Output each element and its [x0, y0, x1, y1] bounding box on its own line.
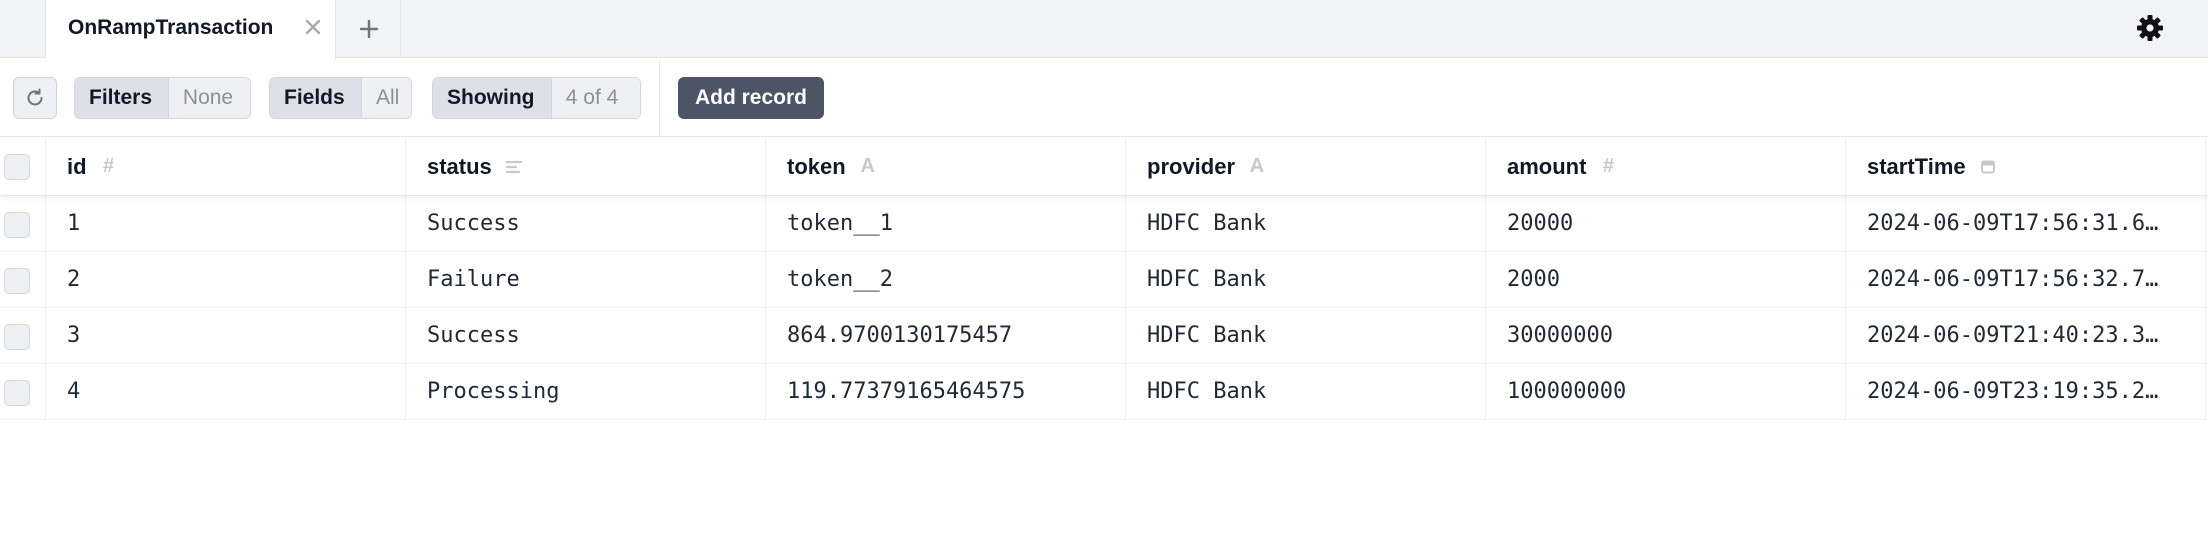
cell-amount[interactable]: 2000: [1486, 252, 1846, 307]
cell-status[interactable]: Processing: [406, 364, 766, 419]
column-header-id[interactable]: id #: [46, 138, 406, 195]
cell-amount[interactable]: 100000000: [1486, 364, 1846, 419]
cell-id[interactable]: 2: [46, 252, 406, 307]
filters-button[interactable]: Filters None: [74, 77, 251, 119]
cell-starttime[interactable]: 2024-06-09T23:19:35.2…: [1846, 364, 2206, 419]
row-select-cell: [0, 252, 46, 307]
cell-provider[interactable]: HDFC Bank: [1126, 196, 1486, 251]
gear-icon: [2137, 15, 2163, 41]
cell-starttime[interactable]: 2024-06-09T21:40:23.3…: [1846, 308, 2206, 363]
table-row[interactable]: 1 Success token__1 HDFC Bank 20000 2024-…: [0, 196, 2208, 252]
column-header-token[interactable]: token A: [766, 138, 1126, 195]
tab-bar: OnRampTransaction: [0, 0, 2208, 59]
settings-button[interactable]: [2134, 12, 2166, 44]
column-header-label: provider: [1147, 153, 1236, 179]
cell-provider[interactable]: HDFC Bank: [1126, 252, 1486, 307]
add-record-button[interactable]: Add record: [678, 77, 824, 119]
cell-id[interactable]: 3: [46, 308, 406, 363]
enum-list-icon: [504, 157, 524, 177]
close-icon[interactable]: [300, 14, 326, 40]
tab-label: OnRampTransaction: [68, 16, 274, 39]
cell-status[interactable]: Failure: [406, 252, 766, 307]
cell-starttime[interactable]: 2024-06-09T17:56:32.7…: [1846, 252, 2206, 307]
toolbar: Filters None Fields All Showing 4 of 4 A…: [0, 59, 2208, 137]
cell-token[interactable]: token__1: [766, 196, 1126, 251]
cell-provider[interactable]: HDFC Bank: [1126, 364, 1486, 419]
plus-icon: [359, 19, 379, 39]
row-select-cell: [0, 196, 46, 251]
column-header-label: token: [787, 153, 846, 179]
cell-id[interactable]: 4: [46, 364, 406, 419]
cell-token[interactable]: 119.77379165464575: [766, 364, 1126, 419]
calendar-icon: [1978, 157, 1998, 177]
row-checkbox[interactable]: [4, 268, 30, 294]
row-select-cell: [0, 364, 46, 419]
column-header-label: startTime: [1867, 153, 1966, 179]
hash-icon: #: [103, 155, 115, 177]
refresh-button[interactable]: [13, 77, 57, 119]
cell-token[interactable]: 864.9700130175457: [766, 308, 1126, 363]
cell-provider[interactable]: HDFC Bank: [1126, 308, 1486, 363]
cell-starttime[interactable]: 2024-06-09T17:56:31.6…: [1846, 196, 2206, 251]
row-checkbox[interactable]: [4, 324, 30, 350]
column-header-label: id: [67, 153, 87, 179]
text-a-icon: A: [860, 155, 875, 177]
column-header-starttime[interactable]: startTime: [1846, 138, 2206, 195]
showing-label: Showing: [433, 78, 551, 118]
fields-label: Fields: [270, 78, 361, 118]
showing-value: 4 of 4: [550, 78, 640, 118]
fields-button[interactable]: Fields All: [269, 77, 412, 119]
refresh-icon: [27, 88, 43, 106]
table-header-row: id # status token A provider A amount # …: [0, 138, 2208, 196]
add-tab-button[interactable]: [351, 11, 387, 47]
filters-label: Filters: [75, 78, 168, 118]
column-header-provider[interactable]: provider A: [1126, 138, 1486, 195]
column-header-amount[interactable]: amount #: [1486, 138, 1846, 195]
cell-token[interactable]: token__2: [766, 252, 1126, 307]
fields-value: All: [361, 78, 411, 118]
tab-divider: [400, 0, 401, 58]
row-checkbox[interactable]: [4, 380, 30, 406]
toolbar-divider: [659, 59, 660, 137]
row-checkbox[interactable]: [4, 212, 30, 238]
table-row[interactable]: 3 Success 864.9700130175457 HDFC Bank 30…: [0, 308, 2208, 364]
row-select-cell: [0, 308, 46, 363]
hash-icon: #: [1602, 155, 1615, 177]
tab-bar-spacer: [0, 0, 46, 58]
column-header-status[interactable]: status: [406, 138, 766, 195]
showing-button[interactable]: Showing 4 of 4: [432, 77, 641, 119]
tab-onramptransaction[interactable]: OnRampTransaction: [46, 0, 336, 59]
table-row[interactable]: 4 Processing 119.77379165464575 HDFC Ban…: [0, 364, 2208, 420]
table-row[interactable]: 2 Failure token__2 HDFC Bank 2000 2024-0…: [0, 252, 2208, 308]
column-header-label: amount: [1507, 153, 1587, 179]
filters-value: None: [167, 78, 250, 118]
select-all-checkbox[interactable]: [4, 154, 30, 180]
cell-status[interactable]: Success: [406, 308, 766, 363]
column-header-label: status: [427, 153, 492, 179]
cell-amount[interactable]: 30000000: [1486, 308, 1846, 363]
cell-amount[interactable]: 20000: [1486, 196, 1846, 251]
cell-id[interactable]: 1: [46, 196, 406, 251]
select-all-cell: [0, 138, 46, 195]
cell-status[interactable]: Success: [406, 196, 766, 251]
text-a-icon: A: [1249, 155, 1265, 177]
